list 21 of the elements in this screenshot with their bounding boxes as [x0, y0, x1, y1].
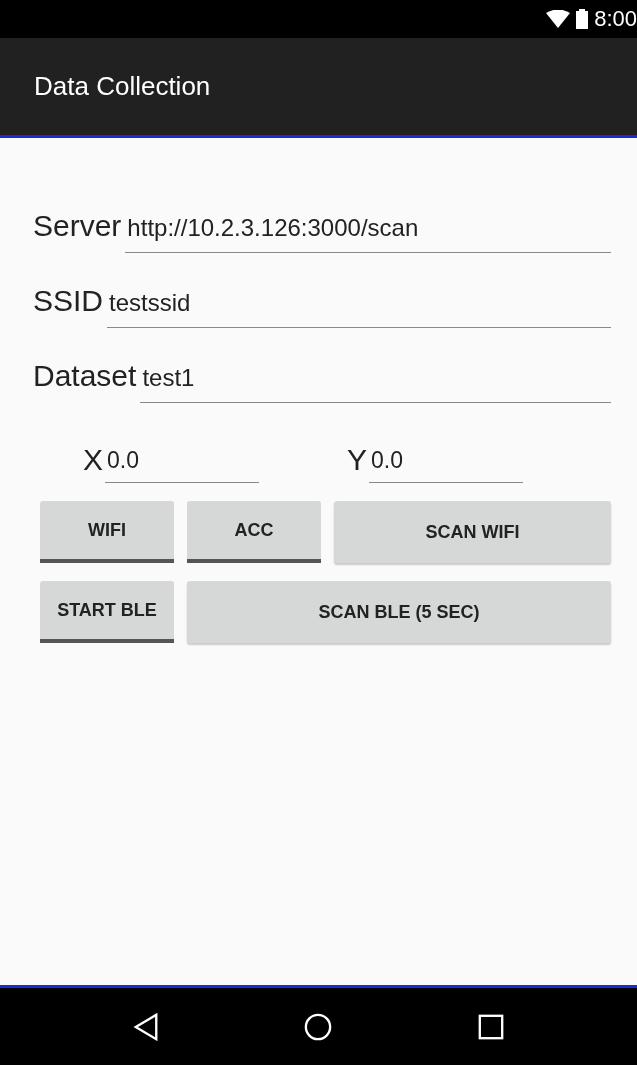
- battery-icon: [576, 9, 589, 29]
- text-field[interactable]: test1: [140, 364, 611, 403]
- home-icon[interactable]: [304, 1012, 333, 1041]
- wifi-icon: [546, 10, 571, 28]
- action-button[interactable]: SCAN BLE (5 SEC): [187, 581, 611, 643]
- recents-icon[interactable]: [476, 1012, 505, 1041]
- app-title: Data Collection: [34, 71, 211, 102]
- text-field[interactable]: http://10.2.3.126:3000/scan: [125, 214, 611, 253]
- action-button[interactable]: SCAN WIFI: [334, 501, 611, 563]
- text-field[interactable]: 0.0: [369, 447, 523, 483]
- field-label: Dataset: [33, 359, 137, 394]
- status-time: 8:00: [594, 6, 637, 32]
- field-label: Server: [33, 209, 122, 244]
- field-label: X: [83, 443, 103, 478]
- toggle-button[interactable]: ACC: [187, 501, 321, 563]
- field-label: SSID: [33, 284, 104, 319]
- field-label: Y: [347, 443, 367, 478]
- toggle-button[interactable]: WIFI: [40, 501, 174, 563]
- toggle-button[interactable]: START BLE: [40, 581, 174, 643]
- text-field[interactable]: 0.0: [105, 447, 259, 483]
- text-field[interactable]: testssid: [107, 289, 611, 328]
